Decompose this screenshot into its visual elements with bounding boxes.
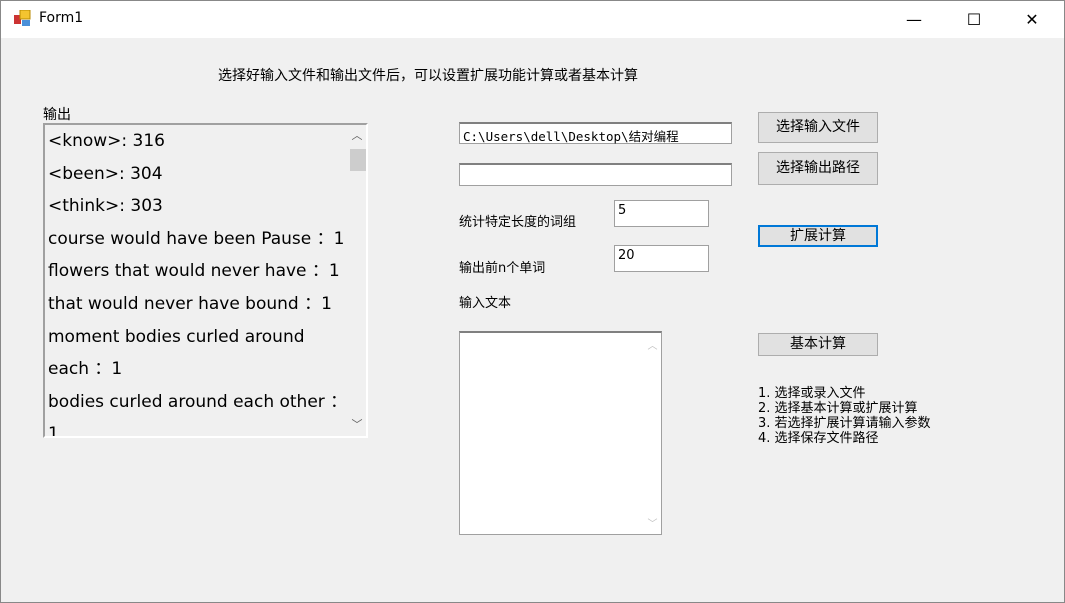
textarea-scrollbar[interactable]: ︿ ﹀ [644, 333, 661, 534]
steps-list: 1. 选择或录入文件 2. 选择基本计算或扩展计算 3. 若选择扩展计算请输入参… [758, 386, 931, 446]
output-label: 输出 [43, 107, 71, 123]
list-item[interactable]: moment bodies curled around [45, 321, 366, 354]
select-input-button[interactable]: 选择输入文件 [758, 112, 878, 143]
output-listbox[interactable]: <know>: 316 <been>: 304 <think>: 303 course… [43, 123, 368, 438]
extended-calc-button[interactable]: 扩展计算 [758, 225, 878, 247]
input-text-label: 输入文本 [459, 296, 512, 311]
input-path-field[interactable]: C:\Users\dell\Desktop\结对编程 [459, 122, 732, 144]
list-item[interactable]: each ：1 [45, 353, 366, 386]
scroll-up-icon[interactable]: ︿ [348, 127, 366, 145]
input-text-area[interactable]: ︿ ﹀ [459, 331, 662, 535]
step-3: 3. 若选择扩展计算请输入参数 [758, 416, 931, 431]
instruction-label: 选择好输入文件和输出文件后，可以设置扩展功能计算或者基本计算 [218, 68, 638, 84]
list-item[interactable]: course would have been Pause ：1 [45, 223, 366, 256]
close-button[interactable]: ✕ [1009, 1, 1055, 38]
window-title: Form1 [39, 10, 84, 26]
list-item[interactable]: <know>: 316 [45, 125, 366, 158]
maximize-button[interactable]: ☐ [951, 1, 997, 38]
step-1: 1. 选择或录入文件 [758, 386, 866, 401]
step-2: 2. 选择基本计算或扩展计算 [758, 401, 918, 416]
minimize-button[interactable]: — [891, 1, 937, 38]
step-4: 4. 选择保存文件路径 [758, 431, 879, 446]
list-item[interactable]: flowers that would never have ：1 [45, 255, 366, 288]
list-item[interactable]: bodies curled around each other ： [45, 386, 366, 419]
top-n-label: 输出前n个单词 [459, 261, 546, 276]
list-item[interactable]: that would never have bound ：1 [45, 288, 366, 321]
basic-calc-button[interactable]: 基本计算 [758, 333, 878, 356]
app-icon [14, 10, 31, 26]
scroll-thumb[interactable] [350, 149, 366, 171]
output-scrollbar[interactable]: ︿ ﹀ [348, 125, 366, 436]
list-item[interactable]: 1 [45, 418, 366, 436]
title-bar: Form1 — ☐ ✕ [1, 1, 1064, 38]
list-item[interactable]: <think>: 303 [45, 190, 366, 223]
output-path-field[interactable] [459, 163, 732, 186]
list-item[interactable]: <been>: 304 [45, 158, 366, 191]
phrase-length-input[interactable]: 5 [614, 200, 709, 227]
scroll-down-icon[interactable]: ﹀ [348, 416, 366, 434]
phrase-length-label: 统计特定长度的词组 [459, 215, 577, 230]
top-n-input[interactable]: 20 [614, 245, 709, 272]
select-output-button[interactable]: 选择输出路径 [758, 152, 878, 185]
